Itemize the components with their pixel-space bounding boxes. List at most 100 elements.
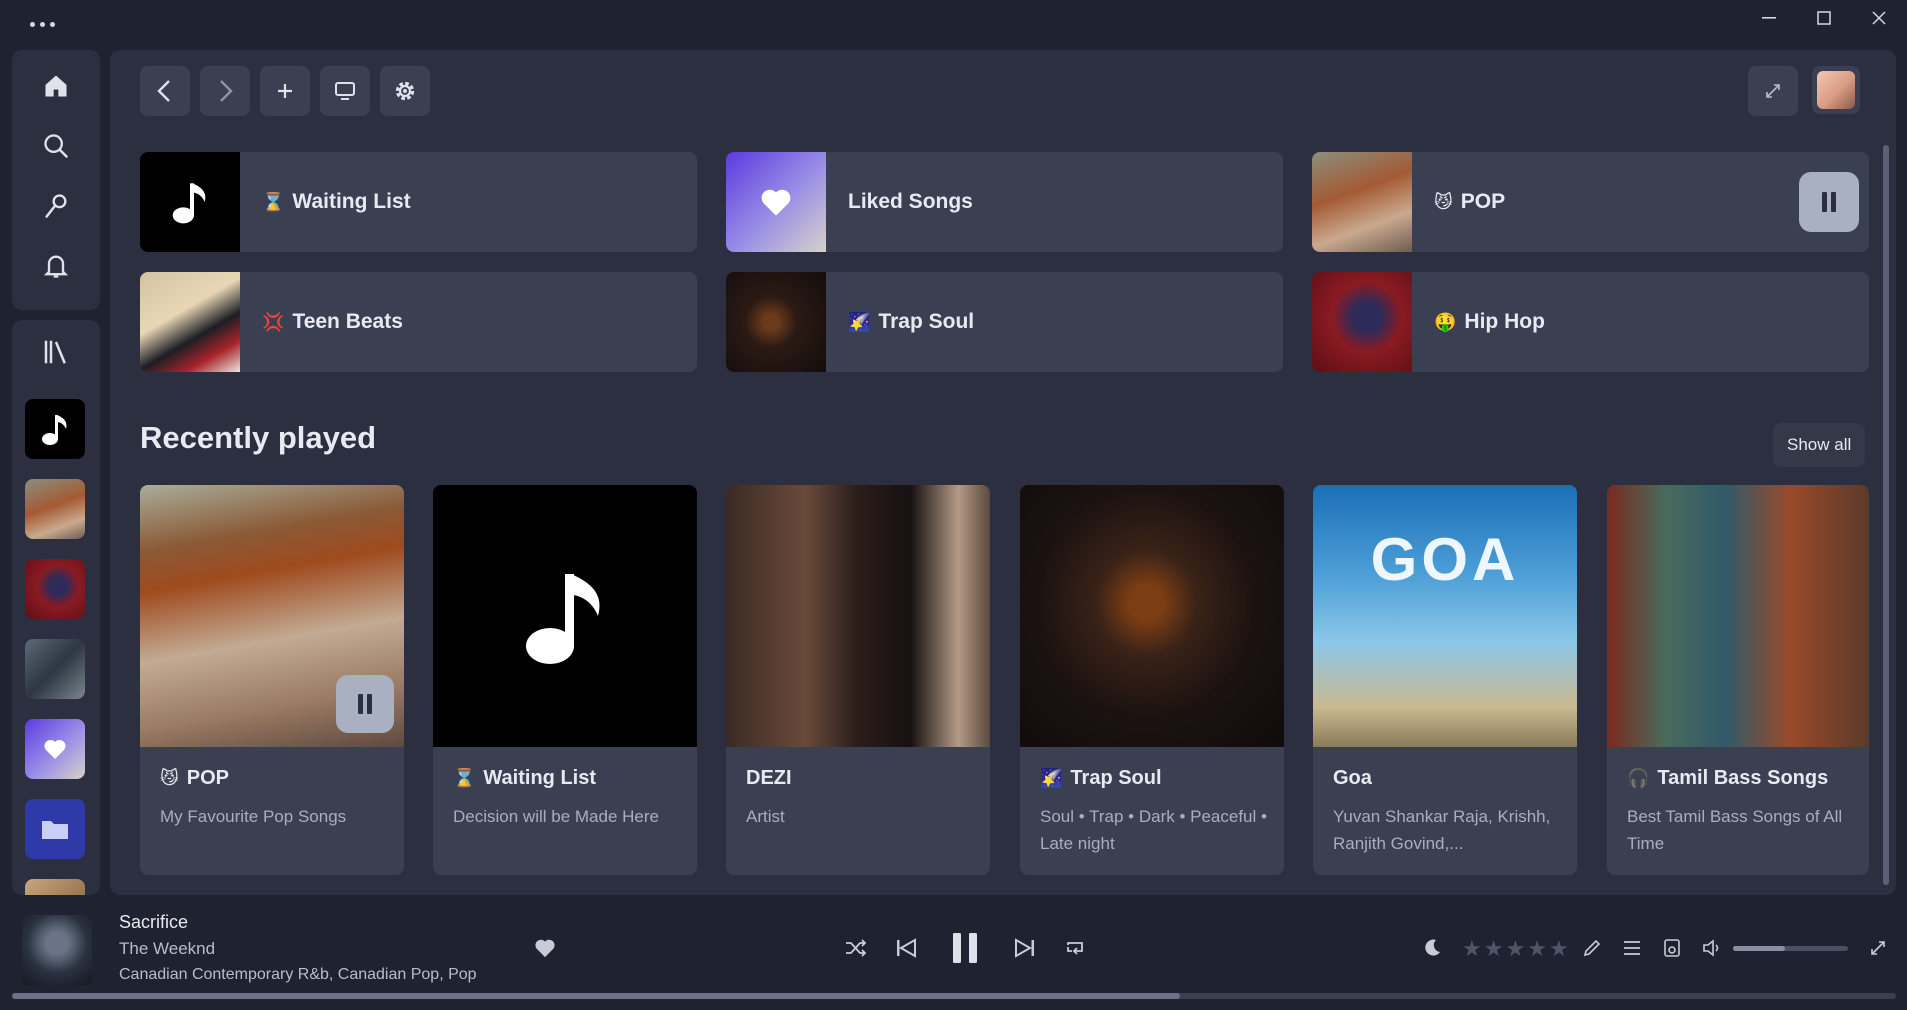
volume-level bbox=[1733, 946, 1785, 951]
next-icon bbox=[1015, 938, 1034, 958]
shuffle-button[interactable] bbox=[843, 936, 869, 960]
tile-art bbox=[726, 272, 826, 372]
star-icon[interactable]: ★ bbox=[1549, 936, 1569, 962]
add-icon bbox=[278, 84, 292, 98]
tile-label: ⌛ Waiting List bbox=[262, 190, 411, 213]
card-art bbox=[140, 485, 404, 747]
library-item-folder[interactable] bbox=[25, 799, 85, 859]
heart-icon bbox=[535, 939, 555, 958]
library-item-waiting-list[interactable] bbox=[25, 399, 85, 459]
card-title: DEZI bbox=[746, 767, 792, 789]
previous-icon bbox=[897, 938, 916, 958]
card-art bbox=[726, 485, 990, 747]
now-playing-art[interactable] bbox=[22, 915, 92, 985]
recent-card-tamil-bass[interactable]: 🎧 Tamil Bass Songs Best Tamil Bass Songs … bbox=[1607, 485, 1869, 875]
fullscreen-button[interactable] bbox=[1748, 66, 1798, 116]
quick-tile-liked-songs[interactable]: Liked Songs bbox=[726, 152, 1283, 252]
maximize-icon[interactable] bbox=[1806, 8, 1842, 28]
minimize-icon[interactable] bbox=[1751, 8, 1787, 28]
now-playing-artist[interactable]: The Weeknd bbox=[119, 939, 215, 959]
tile-art bbox=[1312, 152, 1412, 252]
show-all-button[interactable]: Show all bbox=[1773, 423, 1866, 467]
avatar[interactable] bbox=[1812, 66, 1860, 114]
library-item-playlist[interactable] bbox=[25, 639, 85, 699]
volume-button[interactable] bbox=[1700, 936, 1724, 960]
quick-tile-pop[interactable]: 😼 POP bbox=[1312, 152, 1869, 252]
progress-fill bbox=[12, 993, 1181, 999]
section-title: Recently played bbox=[140, 420, 377, 455]
music-note-icon bbox=[526, 574, 600, 664]
pause-button[interactable] bbox=[1799, 172, 1859, 232]
quick-tile-waiting-list[interactable]: ⌛ Waiting List bbox=[140, 152, 697, 252]
queue-button[interactable] bbox=[1620, 936, 1644, 960]
quick-tile-teen-beats[interactable]: 💢 Teen Beats bbox=[140, 272, 697, 372]
expand-icon bbox=[1871, 941, 1885, 955]
device-button[interactable] bbox=[320, 66, 370, 116]
moon-icon bbox=[1425, 939, 1440, 956]
quick-tile-trap-soul[interactable]: 🌠 Trap Soul bbox=[726, 272, 1283, 372]
settings-button[interactable] bbox=[380, 66, 430, 116]
card-title: ⌛ Waiting List bbox=[453, 767, 596, 789]
play-pause-button[interactable] bbox=[948, 930, 982, 966]
forward-button[interactable] bbox=[200, 66, 250, 116]
tile-art bbox=[726, 152, 826, 252]
card-subtitle: Decision will be Made Here bbox=[453, 807, 659, 826]
rating-stars[interactable]: ★ ★ ★ ★ ★ bbox=[1462, 936, 1569, 962]
tile-label: 🌠 Trap Soul bbox=[848, 310, 975, 333]
heart-icon bbox=[44, 739, 66, 759]
library-item-pop[interactable] bbox=[25, 479, 85, 539]
pause-button[interactable] bbox=[336, 675, 394, 733]
back-button[interactable] bbox=[140, 66, 190, 116]
volume-slider[interactable] bbox=[1733, 946, 1848, 951]
edit-button[interactable] bbox=[1580, 936, 1604, 960]
recent-card-waiting-list[interactable]: ⌛ Waiting List Decision will be Made Here bbox=[433, 485, 697, 875]
card-art bbox=[433, 485, 697, 747]
quick-tile-hip-hop[interactable]: 🤑 Hip Hop bbox=[1312, 272, 1869, 372]
recent-card-dezi[interactable]: DEZI Artist bbox=[726, 485, 990, 875]
next-button[interactable] bbox=[1011, 934, 1039, 962]
recent-card-trap-soul[interactable]: 🌠 Trap Soul Soul • Trap • Dark • Peaceful… bbox=[1020, 485, 1284, 875]
tile-art bbox=[140, 152, 240, 252]
card-art: GOA bbox=[1313, 485, 1577, 747]
library-item-more[interactable] bbox=[25, 879, 85, 895]
sidebar-library bbox=[12, 320, 100, 895]
vertical-scrollbar[interactable] bbox=[1883, 145, 1889, 885]
sidebar-nav bbox=[12, 50, 100, 310]
library-icon[interactable] bbox=[38, 334, 74, 370]
star-icon[interactable]: ★ bbox=[1527, 936, 1547, 962]
close-icon[interactable] bbox=[1861, 8, 1897, 28]
speaker-device-icon bbox=[1664, 939, 1680, 957]
album-art-text: GOA bbox=[1370, 526, 1520, 593]
music-note-icon bbox=[172, 183, 206, 224]
shuffle-icon bbox=[846, 939, 867, 957]
star-icon[interactable]: ★ bbox=[1484, 936, 1504, 962]
recent-card-goa[interactable]: GOA Goa Yuvan Shankar Raja, Krishh, Ranj… bbox=[1313, 485, 1577, 875]
heart-icon bbox=[761, 189, 791, 216]
playback-progress[interactable] bbox=[12, 993, 1896, 999]
repeat-button[interactable] bbox=[1062, 936, 1088, 960]
repeat-icon bbox=[1067, 942, 1083, 955]
card-subtitle: Artist bbox=[746, 807, 785, 826]
library-item-hip-hop[interactable] bbox=[25, 559, 85, 619]
add-button[interactable] bbox=[260, 66, 310, 116]
card-title: 😼 POP bbox=[160, 767, 230, 789]
now-playing-title[interactable]: Sacrifice bbox=[119, 912, 188, 933]
star-icon[interactable]: ★ bbox=[1505, 936, 1525, 962]
like-button[interactable] bbox=[532, 936, 558, 960]
card-subtitle: My Favourite Pop Songs bbox=[160, 807, 347, 826]
home-icon[interactable] bbox=[38, 68, 74, 104]
pause-icon bbox=[1822, 192, 1836, 212]
connect-device-button[interactable] bbox=[1660, 936, 1684, 960]
fullscreen-player-button[interactable] bbox=[1866, 936, 1890, 960]
recent-card-pop[interactable]: 😼 POP My Favourite Pop Songs bbox=[140, 485, 404, 875]
tile-label: 😼 POP bbox=[1434, 190, 1506, 213]
previous-button[interactable] bbox=[892, 934, 920, 962]
search-icon[interactable] bbox=[38, 128, 74, 164]
forward-icon bbox=[220, 80, 233, 102]
notifications-icon[interactable] bbox=[38, 248, 74, 284]
more-dots-icon[interactable] bbox=[30, 22, 55, 27]
explore-icon[interactable] bbox=[38, 188, 74, 224]
library-item-liked-songs[interactable] bbox=[25, 719, 85, 779]
star-icon[interactable]: ★ bbox=[1462, 936, 1482, 962]
sleep-timer-button[interactable] bbox=[1420, 936, 1444, 960]
